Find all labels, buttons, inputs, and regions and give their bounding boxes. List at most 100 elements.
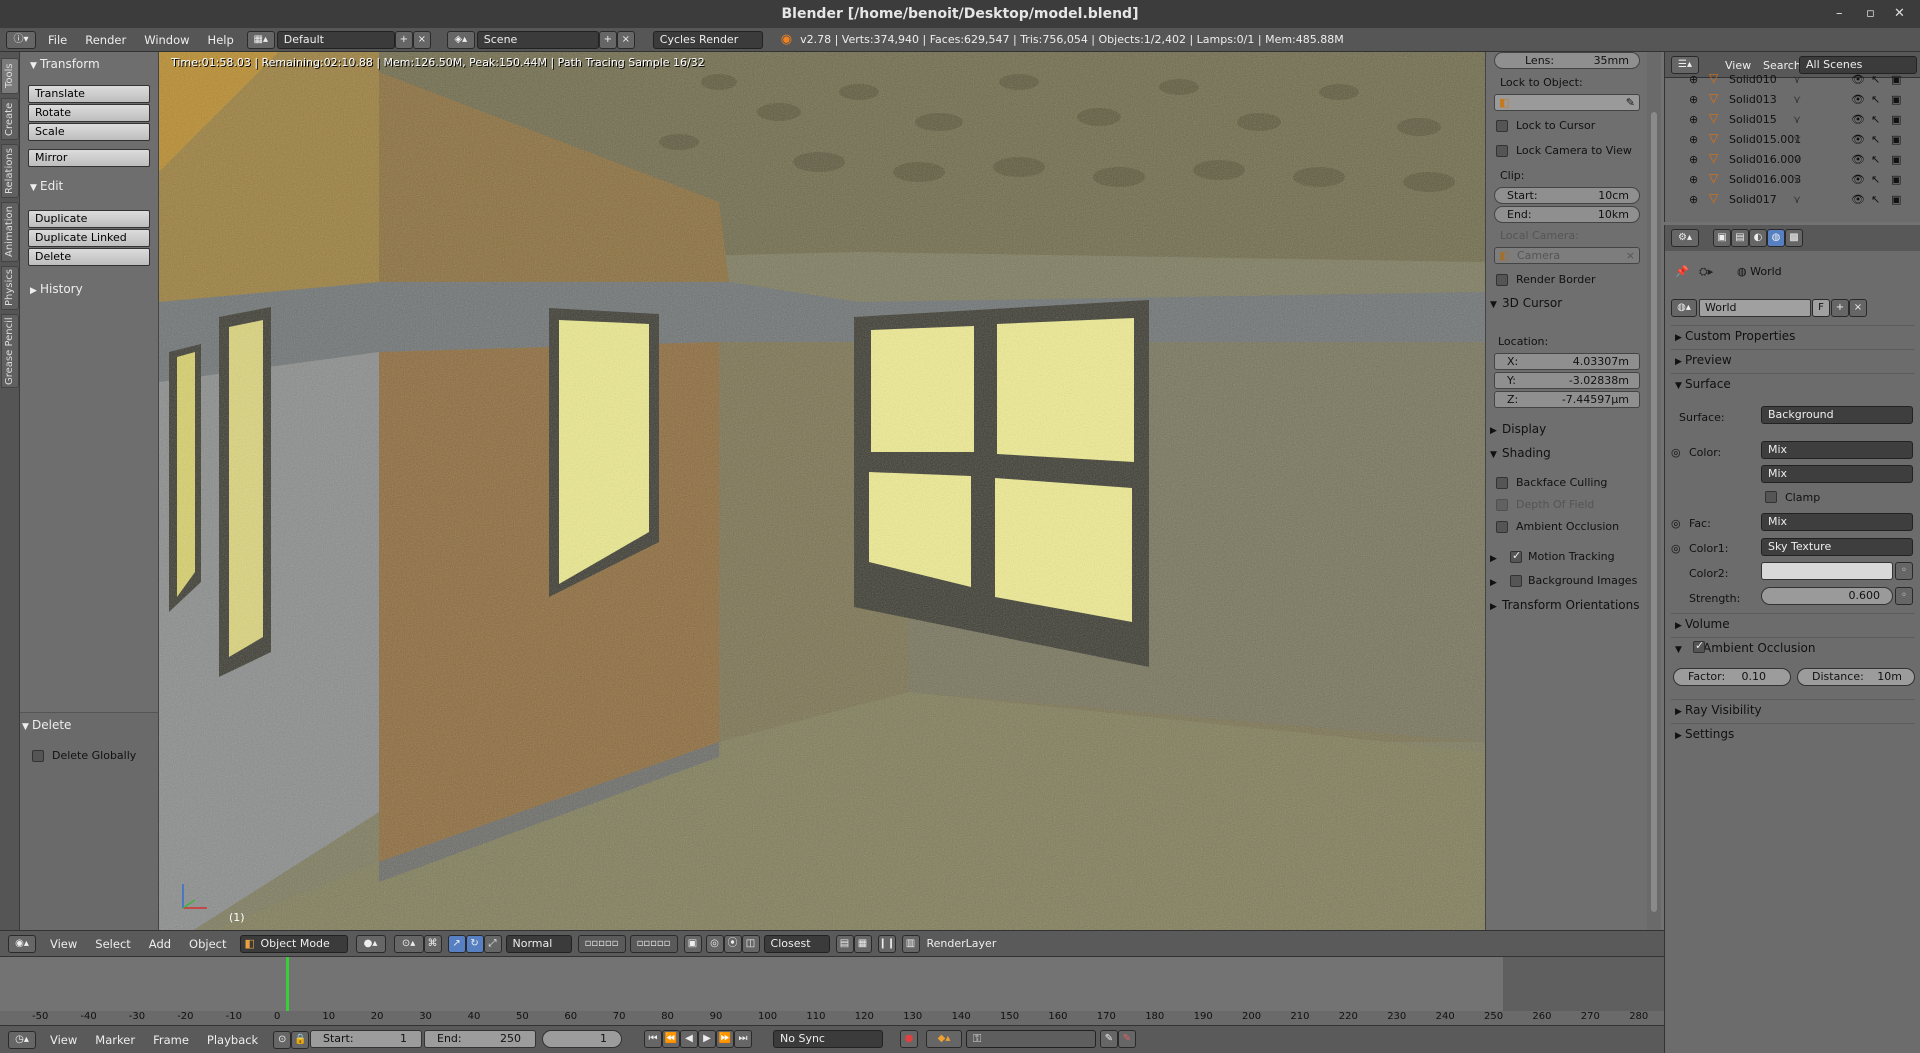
current-frame-marker[interactable] <box>286 957 289 1012</box>
jump-next-key-icon[interactable]: ⏩ <box>716 1030 734 1048</box>
timeline-area[interactable] <box>0 956 1664 1012</box>
visibility-eye-icon[interactable]: 👁 <box>1851 73 1865 86</box>
color2-socket-button[interactable]: ◦ <box>1895 562 1913 580</box>
outliner-item[interactable]: ⊕ ▽ Solid016.000 ⋎ 👁 ↖ ▣ <box>1665 150 1920 170</box>
sync-mode-selector[interactable]: No Sync <box>773 1030 883 1048</box>
add-menu[interactable]: Add <box>149 937 171 951</box>
marker-menu[interactable]: Marker <box>95 1033 135 1047</box>
selectable-cursor-icon[interactable]: ↖ <box>1871 153 1880 166</box>
active-keying-set-field[interactable]: ⚿ <box>966 1030 1096 1048</box>
snap-icon[interactable]: ⦿ <box>723 934 742 953</box>
strength-socket-button[interactable]: ◦ <box>1895 587 1913 605</box>
motion-tracking-checkbox[interactable] <box>1510 549 1522 563</box>
visibility-eye-icon[interactable]: 👁 <box>1851 93 1865 106</box>
edit-panel-header[interactable]: ▼ Edit <box>20 176 63 196</box>
world-tab-icon[interactable]: ◍ <box>1767 229 1785 247</box>
transform-orientation-selector[interactable]: Normal <box>505 934 572 953</box>
ambient-occlusion-enable-checkbox[interactable] <box>1693 639 1705 653</box>
expand-plus-icon[interactable]: ⊕ <box>1689 173 1698 186</box>
background-images-checkbox[interactable] <box>1510 575 1522 587</box>
color2-swatch[interactable] <box>1761 562 1893 580</box>
timeline-editor-icon[interactable]: ◷▴ <box>8 1030 36 1049</box>
visibility-eye-icon[interactable]: 👁 <box>1851 193 1865 206</box>
outliner-item[interactable]: ⊕ ▽ Solid010 ⋎ 👁 ↖ ▣ <box>1665 70 1920 90</box>
record-icon[interactable]: ● <box>900 1030 918 1048</box>
mix-mode-selector[interactable]: Mix <box>1761 465 1913 483</box>
expand-plus-icon[interactable]: ⊕ <box>1689 153 1698 166</box>
operator-panel-header[interactable]: ▼ Delete <box>12 715 71 735</box>
menu-help[interactable]: Help <box>208 33 234 47</box>
visibility-eye-icon[interactable]: 👁 <box>1851 133 1865 146</box>
delete-globally-checkbox[interactable] <box>32 750 44 762</box>
editor-type-icon[interactable]: ⓘ▾ <box>6 30 36 49</box>
expand-plus-icon[interactable]: ⊕ <box>1689 93 1698 106</box>
remove-layout-icon[interactable]: × <box>412 30 431 49</box>
clear-camera-icon[interactable]: × <box>1626 248 1635 263</box>
renderable-camera-icon[interactable]: ▣ <box>1891 113 1901 126</box>
render-tab-icon[interactable]: ▣ <box>1713 229 1731 247</box>
color1-selector[interactable]: Sky Texture <box>1761 538 1913 556</box>
clip-start-field[interactable]: Start: 10cm <box>1494 187 1640 204</box>
pause-render-icon[interactable]: ❙❙ <box>877 934 896 953</box>
layers-tab-icon[interactable]: ▤ <box>1731 229 1749 247</box>
fac-selector[interactable]: Mix <box>1761 513 1913 531</box>
tab-animation[interactable]: Animation <box>1 202 19 262</box>
world-browse-icon[interactable]: ◍▴ <box>1671 299 1697 317</box>
render-animation-icon[interactable]: ▦ <box>853 934 872 953</box>
expand-plus-icon[interactable]: ⊕ <box>1689 73 1698 86</box>
rotate-manipulator-icon[interactable]: ↻ <box>465 934 484 953</box>
motion-tracking-panel-header[interactable]: ▶ <box>1490 550 1502 564</box>
3d-view-editor-icon[interactable]: ◉▴ <box>8 934 36 953</box>
renderable-camera-icon[interactable]: ▣ <box>1891 73 1901 86</box>
surface-selector[interactable]: Background <box>1761 406 1913 424</box>
renderable-camera-icon[interactable]: ▣ <box>1891 93 1901 106</box>
settings-panel[interactable]: ▶ Settings <box>1671 723 1915 743</box>
mirror-button[interactable]: Mirror <box>28 149 150 167</box>
renderable-camera-icon[interactable]: ▣ <box>1891 133 1901 146</box>
manipulator-toggle-icon[interactable]: ⌘ <box>423 934 442 953</box>
selectable-cursor-icon[interactable]: ↖ <box>1871 93 1880 106</box>
scrollbar-thumb[interactable] <box>1651 112 1657 912</box>
properties-editor-icon[interactable]: ⚙▴ <box>1671 229 1699 247</box>
color1-socket-icon[interactable]: ◎ <box>1671 542 1681 555</box>
pivot-point-icon[interactable]: ⊙▴ <box>393 934 424 953</box>
select-menu[interactable]: Select <box>95 937 130 951</box>
ambient-occlusion-panel[interactable]: ▼ Ambient Occlusion <box>1671 637 1915 657</box>
3d-cursor-panel-header[interactable]: ▼ 3D Cursor <box>1490 296 1562 310</box>
render-still-icon[interactable]: ▤ <box>835 934 854 953</box>
rotate-button[interactable]: Rotate <box>28 104 150 122</box>
start-frame-field[interactable]: Start: 1 <box>310 1030 422 1048</box>
layers-grid-left[interactable]: ▫▫▫▫▫ <box>577 934 626 953</box>
layout-selector[interactable]: Default <box>276 30 395 49</box>
scale-manipulator-icon[interactable]: ⤢ <box>483 934 502 953</box>
object-menu[interactable]: Object <box>189 937 226 951</box>
outliner-item[interactable]: ⊕ ▽ Solid013 ⋎ 👁 ↖ ▣ <box>1665 90 1920 110</box>
visibility-eye-icon[interactable]: 👁 <box>1851 173 1865 186</box>
cursor-z-field[interactable]: Z: -7.44597μm <box>1494 391 1640 408</box>
outliner-item[interactable]: ⊕ ▽ Solid015 ⋎ 👁 ↖ ▣ <box>1665 110 1920 130</box>
scene-icon[interactable]: ◈▴ <box>446 30 475 49</box>
clamp-checkbox[interactable] <box>1765 491 1777 503</box>
minimize-icon[interactable]: – <box>1836 0 1843 28</box>
depth-of-field-checkbox[interactable] <box>1496 499 1508 511</box>
lens-field[interactable]: Lens: 35mm <box>1494 52 1640 69</box>
layers-grid-right[interactable]: ▫▫▫▫▫ <box>629 934 678 953</box>
view-menu[interactable]: View <box>50 937 77 951</box>
new-world-icon[interactable]: + <box>1831 299 1849 317</box>
expand-plus-icon[interactable]: ⊕ <box>1689 133 1698 146</box>
maximize-icon[interactable]: ▫ <box>1866 0 1875 28</box>
tab-relations[interactable]: Relations <box>1 144 19 198</box>
visibility-eye-icon[interactable]: 👁 <box>1851 153 1865 166</box>
shading-mode-icon[interactable]: ●▴ <box>355 934 386 953</box>
play-icon[interactable]: ▶ <box>698 1030 716 1048</box>
timeline-view-menu[interactable]: View <box>50 1033 77 1047</box>
insert-keyframe-icon[interactable]: ✎ <box>1100 1030 1118 1048</box>
menu-file[interactable]: File <box>48 33 67 47</box>
scale-button[interactable]: Scale <box>28 123 150 141</box>
strength-field[interactable]: 0.600 <box>1761 587 1893 605</box>
scene-selector[interactable]: Scene <box>476 30 599 49</box>
end-frame-field[interactable]: End: 250 <box>424 1030 536 1048</box>
selectable-cursor-icon[interactable]: ↖ <box>1871 173 1880 186</box>
translate-button[interactable]: Translate <box>28 85 150 103</box>
3d-viewport[interactable]: Time:01:58.03 | Remaining:02:10.88 | Mem… <box>159 52 1485 930</box>
